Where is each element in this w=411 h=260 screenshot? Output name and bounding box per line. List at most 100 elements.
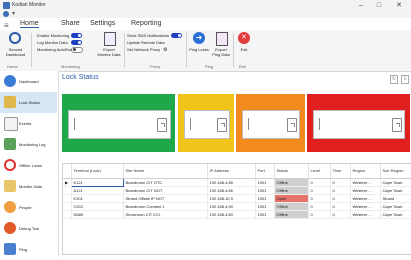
status-tile-yellow[interactable]	[178, 94, 234, 152]
nav-item-monitoring-log[interactable]: Monitoring Log	[0, 134, 57, 155]
nav-item-lock-status[interactable]: Lock Status	[0, 92, 57, 113]
cell-ip-address[interactable]: 192.168.4.85	[207, 178, 256, 187]
column-header-ip-address[interactable]: IP Address	[207, 164, 256, 179]
cell-port[interactable]: 1001	[255, 194, 275, 203]
cell-port[interactable]: 1001	[255, 210, 275, 219]
cell-site-name[interactable]: Boardroom Connect 1	[123, 202, 208, 211]
divider	[124, 33, 125, 67]
cell-terminal[interactable]: K101	[71, 194, 124, 203]
page-title: Lock Status	[62, 74, 99, 81]
monitoring-autostart-toggle[interactable]	[71, 47, 83, 53]
cell-ip-address[interactable]: 192.168.4.90	[207, 202, 256, 211]
nav-item-debug-tool[interactable]: Debug Tool	[0, 218, 57, 239]
cell-level[interactable]: 0	[308, 210, 331, 219]
cell-terminal[interactable]: D680	[71, 210, 124, 219]
column-header-status[interactable]: Status	[274, 164, 309, 179]
table-row[interactable]: ▶ K121 Boardroom CIT OTC 192.168.4.85 10…	[63, 178, 411, 187]
cell-time[interactable]: 0	[330, 202, 351, 211]
ping-locks-button[interactable]: ➜ Ping Locks	[189, 32, 209, 60]
cell-ip-address[interactable]: 192.168.4.80	[207, 210, 256, 219]
column-header-port[interactable]: Port	[255, 164, 275, 179]
tab-settings[interactable]: Settings	[90, 20, 115, 27]
nav-item-events[interactable]: Events	[0, 113, 57, 134]
cell-sub-region[interactable]: Cape Town	[380, 178, 411, 187]
cell-status[interactable]: Offline	[274, 202, 309, 211]
cell-time[interactable]: 0	[330, 194, 351, 203]
cell-status[interactable]: Open	[274, 194, 309, 203]
cell-region[interactable]: Western ...	[350, 186, 381, 195]
cell-level[interactable]: 0	[308, 202, 331, 211]
nav-item-dashboard[interactable]: Dashboard	[0, 71, 57, 92]
export-ping-data-button[interactable]: Export Ping Data	[211, 32, 231, 60]
tab-home[interactable]: Home	[20, 20, 39, 28]
cell-site-name[interactable]: Strand Offsite IP NOT	[123, 194, 208, 203]
status-tile-orange[interactable]	[236, 94, 305, 152]
cell-sub-region[interactable]: Cape Town	[380, 202, 411, 211]
cell-region[interactable]: Western ...	[350, 210, 381, 219]
column-header-level[interactable]: Level	[308, 164, 331, 179]
quick-access-bar: ▾	[0, 11, 411, 18]
nav-item-offline-locks[interactable]: Offline Locks	[0, 155, 57, 176]
cell-site-name[interactable]: Boardroom CIT OTC	[123, 178, 208, 187]
refresh-icon[interactable]: ↻	[390, 75, 398, 84]
cell-region[interactable]: Western ...	[350, 202, 381, 211]
table-row[interactable]: A121 Boardroom CIT NOT 192.168.4.86 1001…	[63, 186, 411, 195]
cell-status[interactable]: Offline	[274, 186, 309, 195]
cell-level[interactable]: 0	[308, 194, 331, 203]
cell-terminal[interactable]: A121	[71, 186, 124, 195]
cell-region[interactable]: Western ...	[350, 178, 381, 187]
cell-sub-region[interactable]: Strand	[380, 194, 411, 203]
cell-ip-address[interactable]: 192.168.10.9	[207, 194, 256, 203]
cell-site-name[interactable]: Showroom CIT ICO	[123, 210, 208, 219]
close-icon: ✕	[238, 32, 250, 44]
status-tile-green[interactable]	[62, 94, 175, 152]
send-sms-toggle[interactable]	[171, 33, 182, 38]
cell-site-name[interactable]: Boardroom CIT NOT	[123, 186, 208, 195]
log-monitor-data-toggle[interactable]	[71, 40, 82, 45]
close-icon[interactable]: ✕	[392, 1, 406, 10]
cell-region[interactable]: Western ...	[350, 194, 381, 203]
table-row[interactable]: K101 Strand Offsite IP NOT 192.168.10.9 …	[63, 194, 411, 203]
tab-share[interactable]: Share	[61, 20, 80, 27]
cell-level[interactable]: 0	[308, 186, 331, 195]
cell-port[interactable]: 1001	[255, 202, 275, 211]
cell-status[interactable]: Offline	[274, 178, 309, 187]
cell-time[interactable]: 0	[330, 186, 351, 195]
minimize-icon[interactable]: –	[354, 1, 368, 10]
cell-terminal[interactable]: C201	[71, 202, 124, 211]
status-tile-red[interactable]	[307, 94, 410, 152]
cell-port[interactable]: 1001	[255, 178, 275, 187]
cell-port[interactable]: 1001	[255, 186, 275, 195]
row-indicator	[63, 210, 72, 219]
cell-terminal[interactable]: K121	[70, 178, 124, 187]
tab-reporting[interactable]: Reporting	[131, 20, 161, 27]
table-row[interactable]: D680 Showroom CIT ICO 192.168.4.80 1001 …	[63, 210, 411, 219]
column-header-region[interactable]: Region	[350, 164, 381, 179]
column-header-sub-region[interactable]: Sub Region	[380, 164, 411, 179]
group-label-exit: Exit	[239, 64, 246, 69]
widget-icon	[287, 118, 297, 132]
column-header-terminal[interactable]: Terminal (Lock)	[71, 164, 124, 179]
settings-icon[interactable]	[3, 11, 9, 17]
cell-level[interactable]: 0	[308, 178, 331, 187]
cell-time[interactable]: 0	[330, 210, 351, 219]
cell-time[interactable]: 0	[330, 178, 351, 187]
table-row[interactable]: C201 Boardroom Connect 1 192.168.4.90 10…	[63, 202, 411, 211]
export-monitor-data-button[interactable]: Export Monitor Data	[97, 32, 121, 60]
export-icon[interactable]: ⇩	[401, 75, 409, 84]
column-header-time[interactable]: Time	[330, 164, 351, 179]
nav-item-monitor-data[interactable]: Monitor Data	[0, 176, 57, 197]
second-dashboard-button[interactable]: Second Dashboard	[3, 31, 28, 59]
column-header-site-name[interactable]: Site Name	[123, 164, 208, 179]
cell-sub-region[interactable]: Cape Town	[380, 186, 411, 195]
cell-ip-address[interactable]: 192.168.4.86	[207, 186, 256, 195]
enable-monitoring-toggle[interactable]	[71, 33, 82, 38]
maximize-icon[interactable]: □	[372, 1, 386, 10]
menu-icon[interactable]: ≡	[4, 21, 9, 30]
chevron-down-icon[interactable]: ▾	[12, 10, 15, 17]
nav-item-people[interactable]: People	[0, 197, 57, 218]
cell-sub-region[interactable]: Cape Town	[380, 210, 411, 219]
cell-status[interactable]: Offline	[274, 210, 309, 219]
proxy-settings-icon[interactable]: ⚙	[163, 47, 167, 53]
exit-button[interactable]: ✕ Exit	[236, 32, 252, 60]
